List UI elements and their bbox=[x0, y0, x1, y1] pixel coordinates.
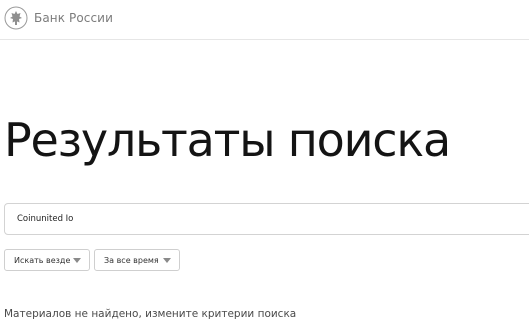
logo-text: Банк России bbox=[34, 11, 113, 25]
time-range-label: За все время bbox=[104, 255, 159, 265]
search-scope-dropdown[interactable]: Искать везде bbox=[4, 249, 90, 271]
site-header: Банк России bbox=[0, 0, 529, 40]
logo-link[interactable]: Банк России bbox=[4, 6, 113, 30]
no-results-message: Материалов не найдено, измените критерии… bbox=[4, 308, 297, 320]
chevron-down-icon bbox=[73, 258, 81, 263]
search-scope-label: Искать везде bbox=[14, 255, 71, 265]
chevron-down-icon bbox=[163, 258, 171, 263]
time-range-dropdown[interactable]: За все время bbox=[94, 249, 180, 271]
search-input[interactable] bbox=[4, 203, 529, 235]
bank-emblem-icon bbox=[4, 6, 28, 30]
page-title: Результаты поиска bbox=[4, 113, 451, 167]
